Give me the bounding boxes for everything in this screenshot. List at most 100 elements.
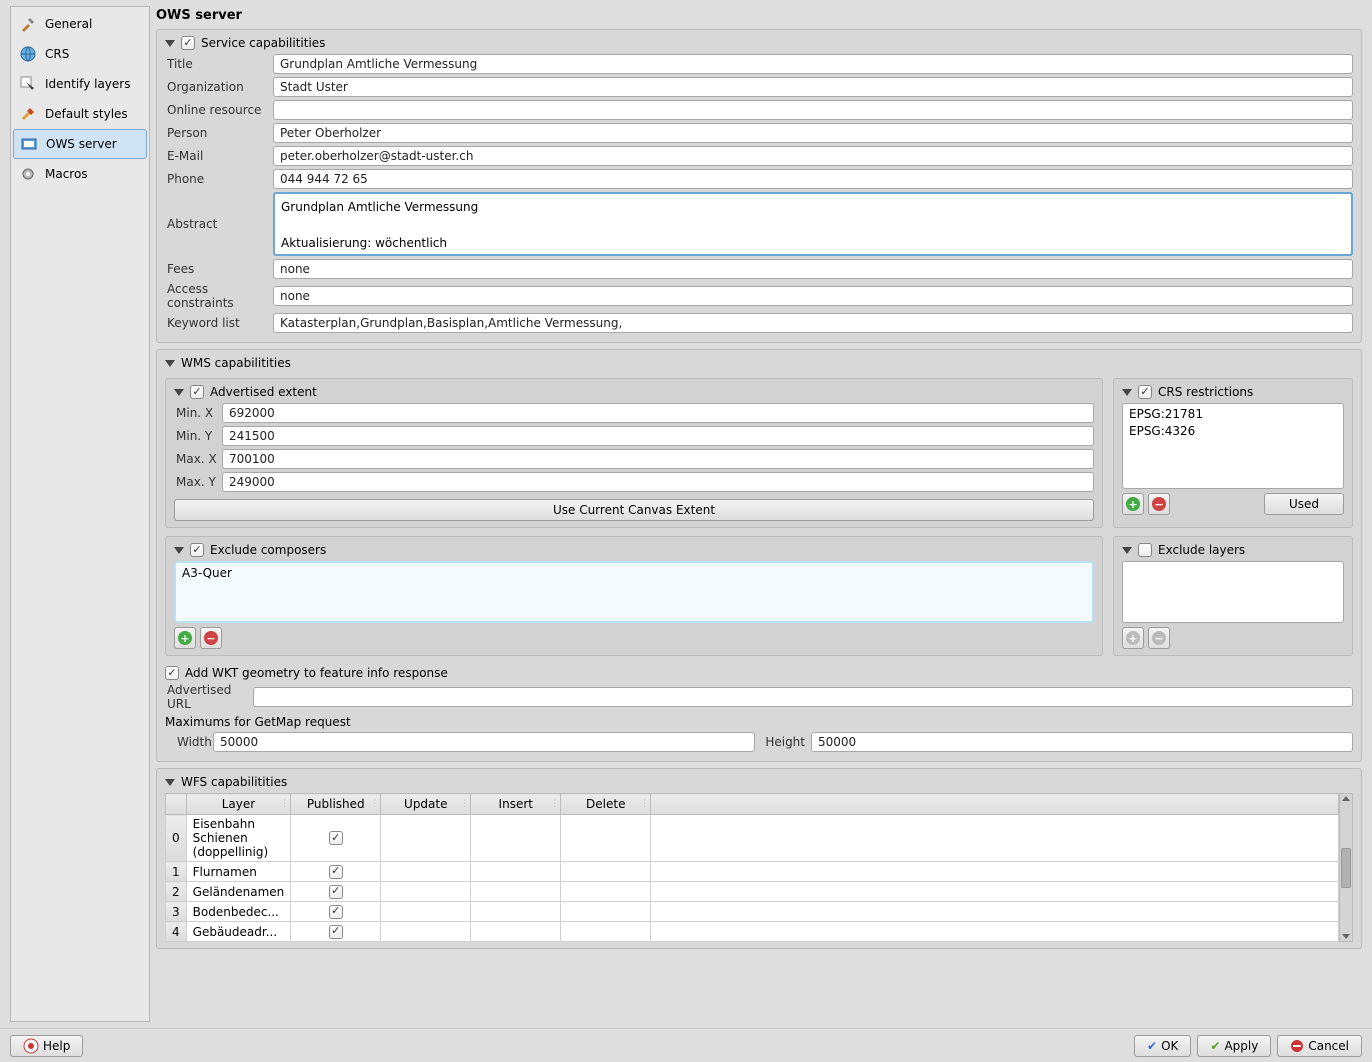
sidebar-item-styles[interactable]: Default styles [11,99,149,129]
delete-cell[interactable] [561,902,651,922]
update-cell[interactable] [381,902,471,922]
published-cell[interactable] [291,882,381,902]
crs-remove-button[interactable]: − [1148,493,1170,515]
add-wkt-label: Add WKT geometry to feature info respons… [185,666,448,680]
sidebar-item-identify[interactable]: Identify layers [11,69,149,99]
table-row: 2Geländenamen [166,882,1339,902]
server-icon [20,135,38,153]
online-input[interactable] [273,100,1353,120]
access-input[interactable]: none [273,286,1353,306]
online-label: Online resource [165,103,273,117]
insert-cell[interactable] [471,902,561,922]
fees-input[interactable]: none [273,259,1353,279]
abstract-textarea[interactable]: Grundplan Amtliche Vermessung Aktualisie… [273,192,1353,256]
composers-add-button[interactable]: + [174,627,196,649]
subpanel-title: Exclude layers [1158,543,1245,557]
minus-icon: − [1152,631,1166,645]
exclude-composers-checkbox[interactable] [190,543,204,557]
delete-cell[interactable] [561,882,651,902]
insert-cell[interactable] [471,882,561,902]
insert-cell[interactable] [471,815,561,862]
abstract-label: Abstract [165,217,273,231]
add-wkt-checkbox[interactable] [165,666,179,680]
content-scroll[interactable]: OWS server Service capabilitities TitleG… [156,6,1366,1022]
update-cell[interactable] [381,862,471,882]
maxx-input[interactable]: 700100 [222,449,1094,469]
composers-list[interactable]: A3-Quer [174,561,1094,623]
insert-cell[interactable] [471,922,561,942]
minx-input[interactable]: 692000 [222,403,1094,423]
layers-remove-button: − [1148,627,1170,649]
disclosure-icon[interactable] [1122,547,1132,554]
col-published[interactable]: Published⋮ [291,794,381,815]
phone-label: Phone [165,172,273,186]
published-cell[interactable] [291,922,381,942]
plus-icon: + [1126,497,1140,511]
crs-restrictions-checkbox[interactable] [1138,385,1152,399]
person-input[interactable]: Peter Oberholzer [273,123,1353,143]
subpanel-title: CRS restrictions [1158,385,1253,399]
panel-title: WMS capabilitities [181,356,291,370]
minus-icon: − [204,631,218,645]
update-cell[interactable] [381,922,471,942]
use-canvas-extent-button[interactable]: Use Current Canvas Extent [174,499,1094,521]
cancel-button[interactable]: Cancel [1277,1035,1362,1057]
layer-cell: Eisenbahn Schienen (doppellinig) [186,815,291,862]
sidebar-item-label: Macros [45,167,88,181]
update-cell[interactable] [381,815,471,862]
org-input[interactable]: Stadt Uster [273,77,1353,97]
advertised-url-input[interactable] [253,687,1353,707]
col-delete[interactable]: Delete⋮ [561,794,651,815]
col-insert[interactable]: Insert⋮ [471,794,561,815]
keywords-input[interactable]: Katasterplan,Grundplan,Basisplan,Amtlich… [273,313,1353,333]
miny-label: Min. Y [174,429,222,443]
height-label: Height [755,735,811,749]
update-cell[interactable] [381,882,471,902]
plus-icon: + [1126,631,1140,645]
disclosure-icon[interactable] [165,779,175,786]
service-caps-checkbox[interactable] [181,36,195,50]
sidebar-item-ows[interactable]: OWS server [13,129,147,159]
insert-cell[interactable] [471,862,561,882]
apply-button[interactable]: ✔ Apply [1197,1035,1271,1057]
published-cell[interactable] [291,902,381,922]
row-index: 2 [166,882,187,902]
col-layer[interactable]: Layer⋮ [186,794,291,815]
layers-list[interactable] [1122,561,1344,623]
title-input[interactable]: Grundplan Amtliche Vermessung [273,54,1353,74]
plus-icon: + [178,631,192,645]
crs-list[interactable]: EPSG:21781 EPSG:4326 [1122,403,1344,489]
maxy-input[interactable]: 249000 [222,472,1094,492]
disclosure-icon[interactable] [165,360,175,367]
disclosure-icon[interactable] [174,389,184,396]
row-index: 1 [166,862,187,882]
height-input[interactable]: 50000 [811,732,1353,752]
exclude-layers-checkbox[interactable] [1138,543,1152,557]
wfs-scrollbar[interactable] [1339,793,1353,942]
delete-cell[interactable] [561,862,651,882]
published-cell[interactable] [291,815,381,862]
published-cell[interactable] [291,862,381,882]
disclosure-icon[interactable] [1122,389,1132,396]
email-input[interactable]: peter.oberholzer@stadt-uster.ch [273,146,1353,166]
width-input[interactable]: 50000 [213,732,755,752]
advertised-extent-checkbox[interactable] [190,385,204,399]
miny-input[interactable]: 241500 [222,426,1094,446]
delete-cell[interactable] [561,815,651,862]
sidebar-item-general[interactable]: General [11,9,149,39]
phone-input[interactable]: 044 944 72 65 [273,169,1353,189]
crs-add-button[interactable]: + [1122,493,1144,515]
sidebar-item-label: General [45,17,92,31]
ok-button[interactable]: ✔ OK [1134,1035,1191,1057]
composers-remove-button[interactable]: − [200,627,222,649]
sidebar-item-macros[interactable]: Macros [11,159,149,189]
table-row: 4Gebäudeadr... [166,922,1339,942]
exclude-composers-panel: Exclude composers A3-Quer + − [165,536,1103,656]
col-update[interactable]: Update⋮ [381,794,471,815]
crs-used-button[interactable]: Used [1264,493,1344,515]
disclosure-icon[interactable] [165,40,175,47]
disclosure-icon[interactable] [174,547,184,554]
help-button[interactable]: Help [10,1035,83,1057]
delete-cell[interactable] [561,922,651,942]
sidebar-item-crs[interactable]: CRS [11,39,149,69]
